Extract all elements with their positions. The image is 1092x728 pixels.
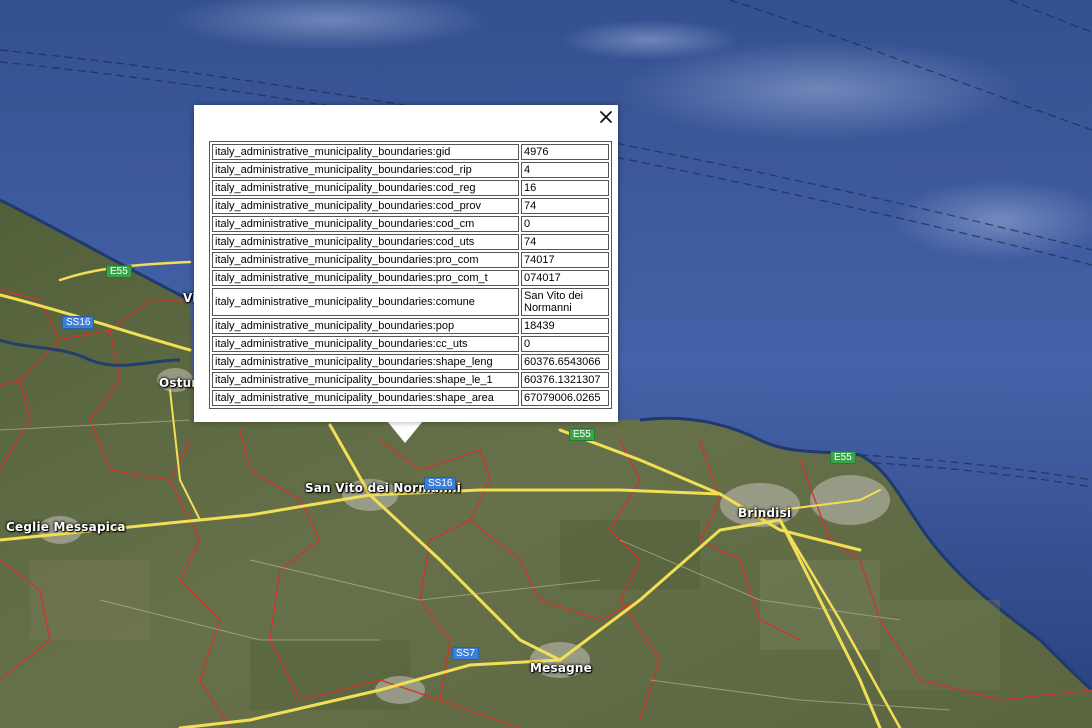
place-label-brindisi: Brindisi [738, 506, 792, 520]
attribute-row: italy_administrative_municipality_bounda… [212, 234, 609, 250]
attribute-row: italy_administrative_municipality_bounda… [212, 354, 609, 370]
attribute-row: italy_administrative_municipality_bounda… [212, 252, 609, 268]
attribute-row: italy_administrative_municipality_bounda… [212, 390, 609, 406]
attribute-value: 74017 [521, 252, 609, 268]
attribute-value: 0 [521, 216, 609, 232]
attribute-value: 60376.6543066 [521, 354, 609, 370]
attribute-value: 074017 [521, 270, 609, 286]
attribute-value: San Vito dei Normanni [521, 288, 609, 316]
attribute-value: 74 [521, 234, 609, 250]
attribute-row: italy_administrative_municipality_bounda… [212, 270, 609, 286]
cloud-4 [560, 20, 740, 60]
attribute-key: italy_administrative_municipality_bounda… [212, 198, 519, 214]
attribute-value: 0 [521, 336, 609, 352]
attribute-value: 4 [521, 162, 609, 178]
attribute-row: italy_administrative_municipality_bounda… [212, 372, 609, 388]
feature-info-popup: italy_administrative_municipality_bounda… [194, 105, 618, 422]
attribute-key: italy_administrative_municipality_bounda… [212, 252, 519, 268]
attribute-key: italy_administrative_municipality_bounda… [212, 270, 519, 286]
road-shield-ss16: SS16 [424, 477, 457, 490]
road-shield-e55: E55 [569, 428, 595, 441]
attribute-value: 16 [521, 180, 609, 196]
attribute-row: italy_administrative_municipality_bounda… [212, 216, 609, 232]
close-button[interactable] [598, 109, 614, 125]
road-shield-ss7: SS7 [452, 647, 479, 660]
attribute-key: italy_administrative_municipality_bounda… [212, 318, 519, 334]
attribute-row: italy_administrative_municipality_bounda… [212, 162, 609, 178]
attribute-row: italy_administrative_municipality_bounda… [212, 180, 609, 196]
attribute-key: italy_administrative_municipality_bounda… [212, 336, 519, 352]
road-shield-e55: E55 [830, 451, 856, 464]
attribute-value: 18439 [521, 318, 609, 334]
attribute-value: 67079006.0265 [521, 390, 609, 406]
attribute-row: italy_administrative_municipality_bounda… [212, 288, 609, 316]
attribute-key: italy_administrative_municipality_bounda… [212, 144, 519, 160]
close-icon [600, 111, 612, 123]
attribute-key: italy_administrative_municipality_bounda… [212, 216, 519, 232]
attribute-key: italy_administrative_municipality_bounda… [212, 162, 519, 178]
road-shield-ss16: SS16 [62, 316, 95, 329]
attribute-row: italy_administrative_municipality_bounda… [212, 336, 609, 352]
attribute-row: italy_administrative_municipality_bounda… [212, 198, 609, 214]
attribute-value: 4976 [521, 144, 609, 160]
attribute-table: italy_administrative_municipality_bounda… [209, 141, 612, 409]
attribute-value: 60376.1321307 [521, 372, 609, 388]
attribute-key: italy_administrative_municipality_bounda… [212, 372, 519, 388]
attribute-key: italy_administrative_municipality_bounda… [212, 288, 519, 316]
attribute-key: italy_administrative_municipality_bounda… [212, 354, 519, 370]
attribute-key: italy_administrative_municipality_bounda… [212, 234, 519, 250]
attribute-row: italy_administrative_municipality_bounda… [212, 318, 609, 334]
road-shield-e55: E55 [106, 265, 132, 278]
attribute-value: 74 [521, 198, 609, 214]
place-label-ceglie: Ceglie Messapica [6, 520, 126, 534]
attribute-key: italy_administrative_municipality_bounda… [212, 180, 519, 196]
place-label-mesagne: Mesagne [530, 661, 592, 675]
popup-pointer [387, 421, 423, 443]
attribute-row: italy_administrative_municipality_bounda… [212, 144, 609, 160]
attribute-key: italy_administrative_municipality_bounda… [212, 390, 519, 406]
